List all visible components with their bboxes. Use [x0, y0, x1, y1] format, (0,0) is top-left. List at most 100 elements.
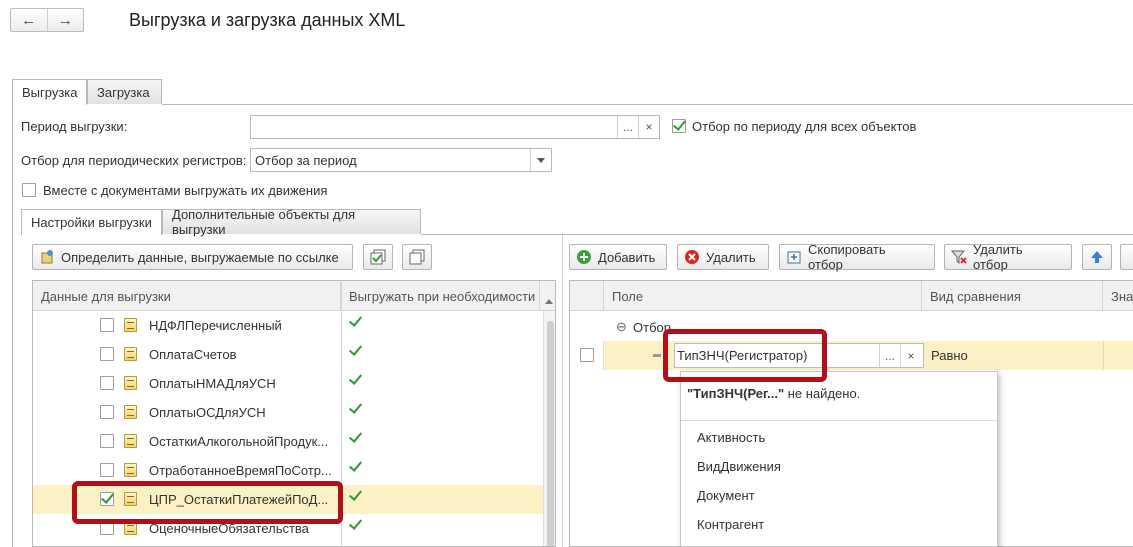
row-name: НДФЛПеречисленный [149, 318, 282, 333]
not-found-message: "ТипЗНЧ(Рег..." не найдено. [687, 386, 860, 401]
collapse-icon[interactable]: ⊖ [616, 319, 627, 335]
table-row[interactable]: НДФЛПеречисленный [33, 311, 543, 340]
funnel-delete-icon [951, 249, 967, 265]
chevron-down-icon[interactable] [530, 149, 551, 171]
panel-splitter[interactable] [562, 235, 563, 547]
table-row[interactable]: ОплатыОСДляУСН [33, 398, 543, 427]
add-label: Добавить [598, 249, 656, 265]
back-arrow-icon[interactable]: ← [11, 9, 47, 31]
export-if-needed-checkbox[interactable] [349, 432, 363, 446]
page-title: Выгрузка и загрузка данных XML [129, 10, 406, 30]
export-if-needed-checkbox[interactable] [349, 461, 363, 475]
period-label: Период выгрузки: [21, 119, 128, 134]
subtab-export-settings[interactable]: Настройки выгрузки [21, 209, 162, 235]
define-by-ref-label: Определить данные, выгружаемые по ссылке [61, 249, 339, 265]
filter-row[interactable]: ТипЗНЧ(Регистратор) ... × Равно [570, 341, 1133, 370]
move-down-button[interactable] [1120, 244, 1133, 270]
table-header: Данные для выгрузки Выгружать при необхо… [33, 281, 555, 311]
add-icon [576, 249, 592, 265]
register-icon [124, 434, 137, 448]
uncheck-all-button[interactable] [402, 244, 432, 270]
scrollbar-thumb[interactable] [547, 321, 554, 546]
delete-button[interactable]: Удалить [677, 244, 769, 270]
forward-arrow-icon[interactable]: → [46, 9, 84, 31]
tab-export[interactable]: Выгрузка [12, 79, 87, 105]
delete-filter-label: Удалить отбор [973, 242, 1023, 272]
dropdown-divider [681, 420, 997, 421]
table-row[interactable]: ОплатаСчетов [33, 340, 543, 369]
column-header-export-if-needed[interactable]: Выгружать при необходимости [341, 281, 540, 311]
row-checkbox[interactable] [100, 347, 114, 361]
dropdown-item[interactable]: Документ [697, 488, 755, 503]
table-row[interactable]: ОстаткиАлкогольнойПродук... [33, 427, 543, 456]
period-field[interactable]: ... × [250, 115, 660, 139]
row-checkbox[interactable] [100, 376, 114, 390]
delete-icon [684, 249, 700, 265]
row-name: ОплатаСчетов [149, 347, 237, 362]
export-if-needed-checkbox[interactable] [349, 490, 363, 504]
check-all-icon [370, 249, 386, 265]
field-dropdown: "ТипЗНЧ(Рег..." не найдено. Активность В… [680, 371, 998, 547]
minus-icon [653, 354, 661, 357]
with-docs-checkbox[interactable] [22, 183, 36, 197]
value-cell-divider [1103, 341, 1104, 370]
scroll-up-icon[interactable] [545, 292, 553, 307]
uncheck-all-icon [409, 249, 425, 265]
add-button[interactable]: Добавить [569, 244, 667, 270]
row-name: ОтработанноеВремяПоСотр... [149, 463, 332, 478]
dropdown-item[interactable]: Контрагент [697, 517, 764, 532]
tabs-baseline [162, 104, 1133, 105]
export-if-needed-checkbox[interactable] [349, 403, 363, 417]
register-icon [124, 463, 137, 477]
tab-panel-border [12, 104, 13, 547]
check-all-button[interactable] [363, 244, 393, 270]
table-row[interactable]: ОплатыНМАДляУСН [33, 369, 543, 398]
export-if-needed-checkbox[interactable] [349, 519, 363, 533]
filter-table-header: Поле Вид сравнения Зна [570, 281, 1133, 311]
copy-filter-label: Скопировать отбор [808, 242, 886, 272]
row-name: ОстаткиАлкогольнойПродук... [149, 434, 329, 449]
field-select-button[interactable]: ... [879, 344, 900, 367]
arrow-up-icon [1089, 249, 1105, 265]
highlight-field-editor [663, 329, 827, 382]
row-checkbox[interactable] [100, 463, 114, 477]
subtab-additional-objects[interactable]: Дополнительные объекты для выгрузки [162, 207, 421, 237]
period-select-button[interactable]: ... [617, 116, 638, 138]
define-by-ref-button[interactable]: Определить данные, выгружаемые по ссылке [32, 244, 353, 270]
export-if-needed-checkbox[interactable] [349, 345, 363, 359]
delete-filter-button[interactable]: Удалить отбор [944, 242, 1072, 272]
with-docs-label: Вместе с документами выгружать их движен… [43, 183, 328, 198]
periodic-select[interactable]: Отбор за период [250, 148, 552, 172]
periodic-label: Отбор для периодических регистров: [21, 153, 247, 168]
delete-label: Удалить [706, 249, 756, 265]
define-data-icon [39, 249, 55, 265]
tab-import[interactable]: Загрузка [87, 79, 162, 104]
field-clear-icon[interactable]: × [900, 344, 921, 367]
register-icon [124, 405, 137, 419]
period-clear-icon[interactable]: × [638, 116, 659, 138]
copy-filter-button[interactable]: Скопировать отбор [779, 242, 935, 272]
column-header-value[interactable]: Зна [1103, 281, 1133, 311]
register-icon [124, 347, 137, 361]
not-found-text: не найдено. [784, 386, 861, 401]
row-name: ОплатыОСДляУСН [149, 405, 266, 420]
column-header-check [570, 281, 604, 311]
export-if-needed-checkbox[interactable] [349, 374, 363, 388]
column-header-field[interactable]: Поле [604, 281, 922, 311]
row-checkbox[interactable] [100, 318, 114, 332]
row-checkbox[interactable] [100, 434, 114, 448]
dropdown-item[interactable]: ВидДвижения [697, 459, 781, 474]
comparison-value[interactable]: Равно [931, 348, 968, 363]
move-up-button[interactable] [1082, 244, 1112, 270]
column-header-data[interactable]: Данные для выгрузки [33, 281, 341, 311]
register-icon [124, 318, 137, 332]
column-header-comparison[interactable]: Вид сравнения [922, 281, 1103, 311]
export-if-needed-checkbox[interactable] [349, 316, 363, 330]
scrollbar[interactable] [543, 311, 555, 546]
header-divider [921, 282, 922, 310]
row-checkbox[interactable] [100, 405, 114, 419]
dropdown-item[interactable]: Активность [697, 430, 765, 445]
copy-filter-icon [786, 249, 802, 265]
filter-all-checkbox[interactable] [672, 119, 686, 133]
filter-row-checkbox[interactable] [580, 348, 594, 362]
